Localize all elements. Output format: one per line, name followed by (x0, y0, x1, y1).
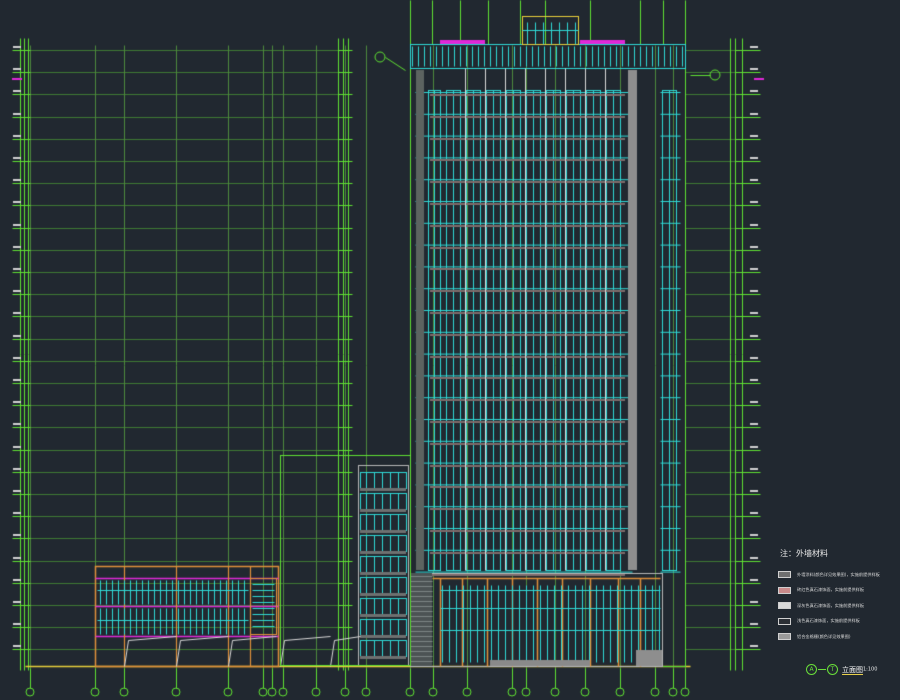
elevation-drawing (0, 0, 900, 700)
legend-title: 注：外墙材料 (780, 549, 828, 558)
caption-scale: 1:100 (863, 666, 878, 673)
legend-swatch (778, 586, 791, 594)
caption-title: 立面图 (842, 665, 863, 675)
material-legend: 注：外墙材料 外墙涂料(颜色详见效果图)，实施前提供样板 砖红色真石漆饰面，实施前… (778, 548, 896, 645)
legend-item: 砖红色真石漆饰面，实施前提供样板 (778, 583, 896, 599)
legend-text: 深灰色真石漆饰面，实施前提供样板 (797, 602, 865, 608)
legend-swatch (778, 571, 791, 579)
legend-swatch (778, 602, 791, 610)
drawing-caption: A T 立面图1:100 (806, 664, 877, 675)
legend-item: 浅色真石漆饰面，实施前提供样板 (778, 614, 896, 630)
legend-item: 深灰色真石漆饰面，实施前提供样板 (778, 598, 896, 614)
caption-end-axis-tag: T (827, 664, 838, 675)
legend-text: 浅色真石漆饰面，实施前提供样板 (797, 618, 860, 624)
legend-item: 铝合金格栅(颜色详见效果图) (778, 629, 896, 645)
caption-start-axis-tag: A (806, 664, 817, 675)
legend-swatch (778, 633, 791, 641)
legend-text: 砖红色真石漆饰面，实施前提供样板 (797, 587, 865, 593)
legend-swatch (778, 617, 791, 625)
legend-item: 外墙涂料(颜色详见效果图)，实施前提供样板 (778, 567, 896, 583)
legend-text: 外墙涂料(颜色详见效果图)，实施前提供样板 (797, 571, 880, 577)
legend-text: 铝合金格栅(颜色详见效果图) (797, 633, 851, 639)
